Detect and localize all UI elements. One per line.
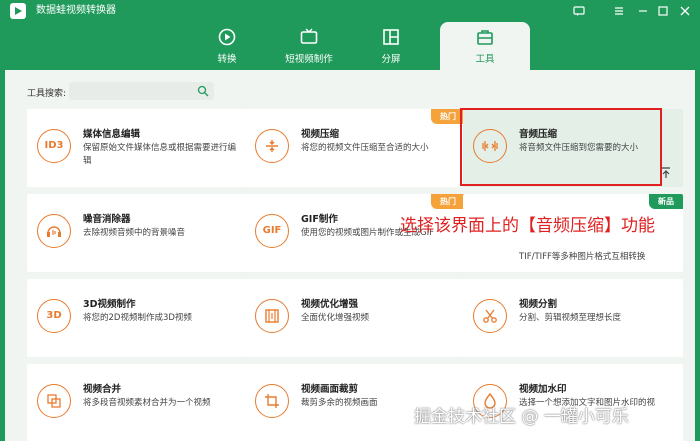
noise-icon [37, 214, 71, 248]
menu-icon[interactable] [610, 2, 628, 20]
split-screen-icon [383, 29, 399, 45]
card-desc: 去除视频音频中的背景噪音 [83, 228, 186, 238]
tool-card-video-compress[interactable]: 视频压缩 将您的视频文件压缩至合适的大小 热门 [245, 109, 465, 187]
card-title: 噪音消除器 [83, 214, 131, 225]
tab-tools[interactable]: 工具 [440, 22, 530, 70]
watermark-text: 掘金技术社区 @ 一罐小可乐 [414, 407, 629, 427]
app-logo-icon [10, 3, 26, 19]
toolbox-icon [477, 30, 493, 45]
feedback-icon[interactable] [570, 2, 588, 20]
card-desc: 将您的视频文件压缩至合适的大小 [301, 143, 429, 153]
crop-icon [255, 384, 289, 418]
title-bar: 数据蛙视频转换器 [0, 0, 700, 22]
maximize-icon[interactable] [654, 2, 672, 20]
search-input[interactable] [69, 82, 214, 100]
tool-card-media-info[interactable]: ID3 媒体信息编辑 保留原始文件媒体信息或根据需要进行编辑 [27, 109, 247, 187]
tab-short-video[interactable]: 短视频制作 [264, 22, 354, 70]
search-label: 工具搜索: [27, 89, 67, 99]
selection-highlight [460, 108, 662, 186]
card-title: 媒体信息编辑 [83, 129, 141, 140]
card-desc: TIF/TIFF等多种图片格式互相转换 [519, 252, 646, 262]
card-desc: 保留原始文件媒体信息或根据需要进行编辑 [83, 143, 237, 166]
card-title: 视频合并 [83, 384, 122, 395]
tab-label: 工具 [475, 54, 495, 65]
minimize-icon[interactable] [634, 2, 652, 20]
id3-icon: ID3 [37, 129, 71, 163]
pin-to-top-icon[interactable] [661, 167, 671, 179]
hot-badge: 热门 [431, 194, 465, 209]
3d-icon: 3D [37, 299, 71, 333]
tab-label: 分屏 [381, 54, 401, 65]
new-badge: 新品 [649, 194, 683, 209]
search-icon[interactable] [197, 85, 209, 97]
instruction-text: 选择该界面上的【音频压缩】功能 [400, 216, 655, 236]
tool-card-video-merge[interactable]: 视频合并 将多段音视频素材合并为一个视频 [27, 364, 247, 441]
card-desc: 将多段音视频素材合并为一个视频 [83, 398, 211, 408]
card-title: GIF制作 [301, 214, 338, 225]
tool-card-3d-maker[interactable]: 3D 3D视频制作 将您的2D视频制作成3D视频 [27, 279, 247, 357]
tv-icon [300, 28, 318, 44]
merge-icon [37, 384, 71, 418]
tool-card-video-split[interactable]: 视频分割 分割、剪辑视频至理想长度 [463, 279, 683, 357]
app-title: 数据蛙视频转换器 [36, 5, 116, 16]
tab-convert[interactable]: 转换 [182, 22, 272, 70]
card-title: 视频加水印 [519, 384, 567, 395]
card-title: 视频分割 [519, 299, 558, 310]
tab-label: 短视频制作 [285, 54, 333, 65]
tool-card-noise-remover[interactable]: 噪音消除器 去除视频音频中的背景噪音 [27, 194, 247, 272]
scissors-icon [473, 299, 507, 333]
tool-card-video-enhance[interactable]: 视频优化增强 全面优化增强视频 [245, 279, 465, 357]
tab-split-screen[interactable]: 分屏 [346, 22, 436, 70]
card-title: 视频画面裁剪 [301, 384, 359, 395]
card-desc: 分割、剪辑视频至理想长度 [519, 313, 622, 323]
card-title: 视频压缩 [301, 129, 340, 140]
close-icon[interactable] [676, 2, 694, 20]
convert-icon [218, 28, 236, 46]
card-title: 视频优化增强 [301, 299, 359, 310]
enhance-icon [255, 299, 289, 333]
gif-icon: GIF [255, 214, 289, 248]
card-desc: 将您的2D视频制作成3D视频 [83, 313, 192, 323]
tab-label: 转换 [217, 54, 237, 65]
card-desc: 全面优化增强视频 [301, 313, 370, 323]
compress-icon [255, 129, 289, 163]
card-title: 3D视频制作 [83, 299, 136, 310]
